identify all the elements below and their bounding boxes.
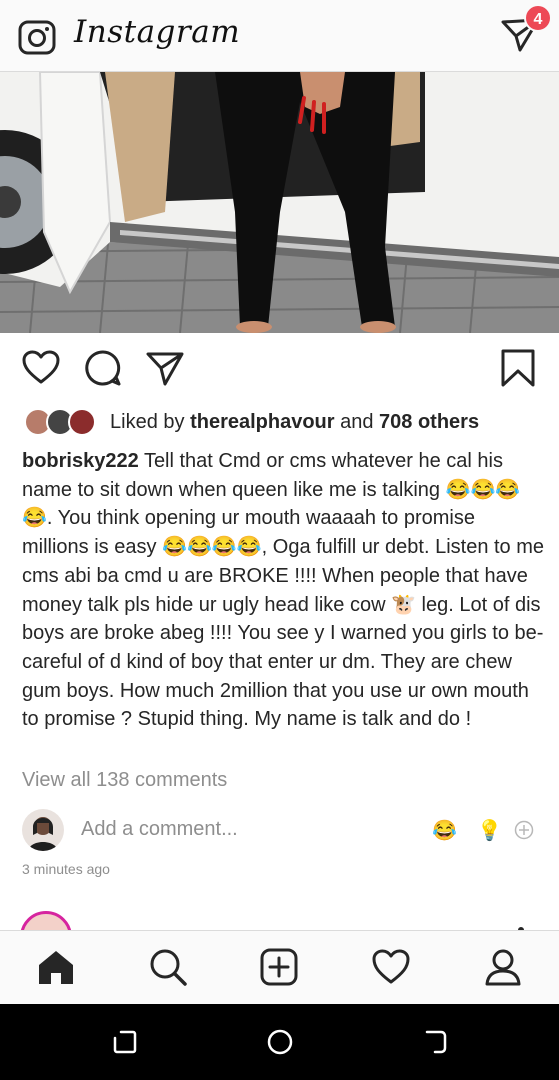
likes-others[interactable]: 708 others [379,411,479,433]
recents-icon[interactable] [111,1028,139,1056]
home-circle-icon[interactable] [266,1028,294,1056]
post-image[interactable] [0,72,559,333]
camera-icon[interactable] [18,18,56,56]
likes-middle: and [334,411,380,433]
system-navigation-bar [0,1004,559,1080]
heart-icon[interactable] [21,348,61,388]
post-caption: bobrisky222 Tell that Cmd or cms whateve… [22,447,544,734]
add-emoji-icon[interactable] [514,820,534,840]
home-icon[interactable] [36,947,76,987]
liker-username[interactable]: therealphavour [190,411,334,433]
avatar [22,809,64,851]
back-icon[interactable] [421,1028,449,1056]
bookmark-icon[interactable] [498,348,538,388]
caption-text: Tell that Cmd or cms whatever he cal his… [22,450,545,731]
top-bar: Instagram 4 [0,0,559,72]
comment-input[interactable]: Add a comment... [81,818,238,841]
quick-emoji-bulb[interactable]: 💡 [477,818,502,843]
view-all-comments-link[interactable]: View all 138 comments [22,769,227,792]
avatar [68,408,96,436]
search-icon[interactable] [148,947,188,987]
comment-icon[interactable] [83,348,123,388]
quick-emoji-laughing[interactable]: 😂 [432,818,457,843]
avatar-image [28,817,58,851]
add-post-icon[interactable] [259,947,299,987]
share-icon[interactable] [145,348,185,388]
instagram-logo: Instagram [74,14,241,50]
bottom-tab-bar [0,930,559,1004]
add-comment-row: Add a comment... 😂 💡 [0,805,559,855]
post-image-illustration [0,72,559,333]
likes-row[interactable]: Liked by therealphavour and 708 others [24,407,544,439]
likes-prefix: Liked by [110,411,191,433]
post-actions [0,342,559,398]
caption-username[interactable]: bobrisky222 [22,450,139,472]
dm-badge: 4 [524,4,552,32]
likes-summary: Liked by therealphavour and 708 others [110,411,479,434]
post-timestamp: 3 minutes ago [22,861,110,877]
next-post-header[interactable] [0,905,559,933]
activity-heart-icon[interactable] [371,947,411,987]
liker-avatars [24,408,100,438]
profile-icon[interactable] [483,947,523,987]
